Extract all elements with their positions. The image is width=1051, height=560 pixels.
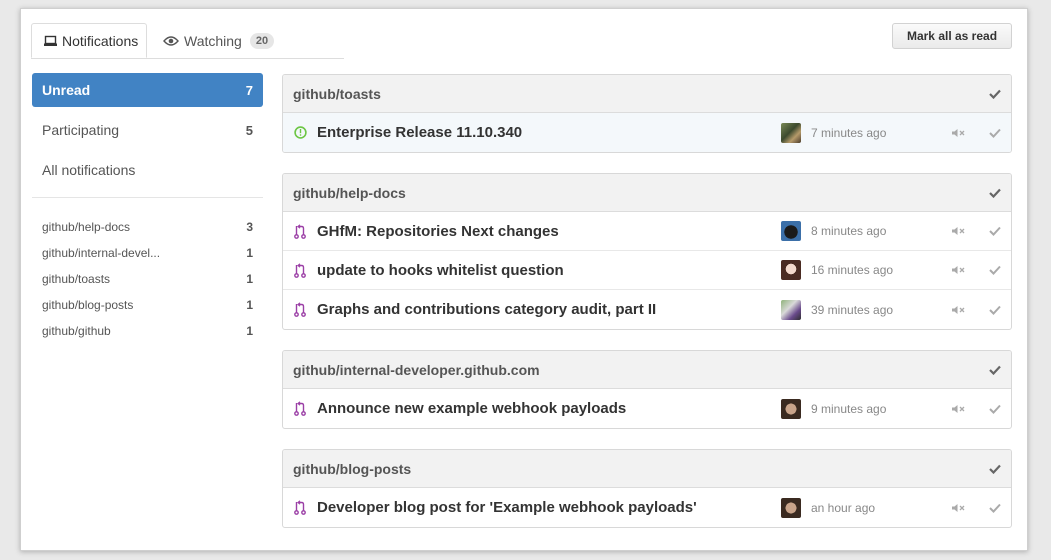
group-repo-link[interactable]: github/blog-posts (293, 461, 411, 477)
tab-watching-label: Watching (184, 32, 242, 49)
pull-request-icon (293, 262, 307, 278)
inbox-icon (44, 35, 57, 47)
notifications-window: Notifications Watching 20 Mark all as re… (20, 8, 1028, 551)
repo-label: github/internal-devel... (42, 246, 161, 260)
notification-row[interactable]: update to hooks whitelist question 16 mi… (283, 251, 1011, 290)
eye-icon (163, 35, 179, 47)
mute-icon[interactable] (951, 265, 965, 275)
sidebar-divider (32, 197, 263, 198)
notification-title[interactable]: update to hooks whitelist question (317, 262, 781, 279)
repo-count: 1 (246, 272, 253, 286)
filter-all-notifications[interactable]: All notifications (32, 153, 263, 187)
notification-row[interactable]: GHfM: Repositories Next changes 8 minute… (283, 212, 1011, 251)
group-repo-link[interactable]: github/internal-developer.github.com (293, 362, 540, 378)
repo-label: github/blog-posts (42, 298, 134, 312)
notification-time: 7 minutes ago (811, 125, 887, 140)
group-header: github/toasts (283, 75, 1011, 113)
issue-opened-icon (293, 125, 307, 141)
group-repo-link[interactable]: github/help-docs (293, 185, 406, 201)
filter-participating[interactable]: Participating 5 (32, 113, 263, 147)
notification-title[interactable]: Announce new example webhook payloads (317, 400, 781, 417)
pull-request-icon (293, 500, 307, 516)
notification-groups: github/toasts Enterprise Release 11.10.3… (282, 74, 1012, 548)
repo-count: 1 (246, 324, 253, 338)
mute-icon[interactable] (951, 404, 965, 414)
sidebar-repo-help-docs[interactable]: github/help-docs 3 (32, 214, 263, 240)
avatar (781, 398, 801, 419)
repo-count: 1 (246, 246, 253, 260)
repo-label: github/help-docs (42, 220, 131, 234)
mark-read-check-icon[interactable] (989, 128, 1001, 138)
notification-time: 39 minutes ago (811, 302, 894, 317)
notification-row[interactable]: Enterprise Release 11.10.340 7 minutes a… (283, 113, 1011, 152)
notification-group: github/toasts Enterprise Release 11.10.3… (282, 74, 1012, 153)
avatar (781, 260, 801, 280)
mark-group-read-check-icon[interactable] (989, 89, 1001, 99)
mark-read-check-icon[interactable] (989, 305, 1001, 315)
pull-request-icon (293, 223, 307, 239)
mark-group-read-check-icon[interactable] (989, 464, 1001, 474)
notification-row[interactable]: Developer blog post for 'Example webhook… (283, 488, 1011, 527)
tab-watching[interactable]: Watching 20 (151, 23, 286, 58)
mute-icon[interactable] (951, 226, 965, 236)
sidebar-repo-internal-developer[interactable]: github/internal-devel... 1 (32, 240, 263, 266)
mark-read-check-icon[interactable] (989, 404, 1001, 414)
pull-request-icon (293, 401, 307, 417)
tab-notifications[interactable]: Notifications (31, 23, 147, 58)
group-header: github/help-docs (283, 174, 1011, 212)
mark-all-as-read-button[interactable]: Mark all as read (892, 23, 1012, 49)
group-header: github/internal-developer.github.com (283, 351, 1011, 389)
avatar (781, 299, 801, 320)
mark-read-check-icon[interactable] (989, 226, 1001, 236)
repo-count: 1 (246, 298, 253, 312)
notification-time: 16 minutes ago (811, 263, 894, 277)
pull-request-icon (293, 302, 307, 318)
mark-group-read-check-icon[interactable] (989, 365, 1001, 375)
notification-title[interactable]: GHfM: Repositories Next changes (317, 223, 781, 240)
filter-label: All notifications (42, 162, 136, 178)
notification-group: github/internal-developer.github.com Ann… (282, 350, 1012, 429)
notification-title[interactable]: Enterprise Release 11.10.340 (317, 124, 781, 141)
notification-title[interactable]: Graphs and contributions category audit,… (317, 301, 781, 318)
mark-read-check-icon[interactable] (989, 503, 1001, 513)
avatar (781, 497, 801, 518)
notification-time: an hour ago (811, 500, 876, 515)
repo-count: 3 (246, 220, 253, 234)
notification-time: 8 minutes ago (811, 224, 887, 238)
notification-row[interactable]: Announce new example webhook payloads 9 … (283, 389, 1011, 428)
repo-label: github/toasts (42, 272, 111, 286)
filter-label: Unread (42, 82, 91, 98)
sidebar-repo-github[interactable]: github/github 1 (32, 318, 263, 344)
mute-icon[interactable] (951, 503, 965, 513)
mark-group-read-check-icon[interactable] (989, 188, 1001, 198)
group-repo-link[interactable]: github/toasts (293, 86, 381, 102)
mark-read-check-icon[interactable] (989, 265, 1001, 275)
tab-notifications-label: Notifications (62, 32, 139, 49)
notification-time: 9 minutes ago (811, 401, 887, 416)
tab-bar: Notifications Watching 20 (31, 23, 344, 59)
mute-icon[interactable] (951, 128, 965, 138)
sidebar-repo-toasts[interactable]: github/toasts 1 (32, 266, 263, 292)
mute-icon[interactable] (951, 305, 965, 315)
group-header: github/blog-posts (283, 450, 1011, 488)
filter-unread[interactable]: Unread 7 (32, 73, 263, 107)
notification-row[interactable]: Graphs and contributions category audit,… (283, 290, 1011, 329)
repo-label: github/github (42, 324, 111, 338)
sidebar-repo-blog-posts[interactable]: github/blog-posts 1 (32, 292, 263, 318)
filter-label: Participating (42, 122, 120, 138)
notification-group: github/help-docs GHfM: Repositories Next… (282, 173, 1012, 330)
sidebar: Unread 7 Participating 5 All notificatio… (32, 73, 263, 344)
avatar (781, 221, 801, 241)
notification-title[interactable]: Developer blog post for 'Example webhook… (317, 499, 781, 516)
filter-count: 7 (245, 82, 253, 98)
avatar (781, 122, 801, 143)
notification-group: github/blog-posts Developer blog post fo… (282, 449, 1012, 528)
filter-count: 5 (245, 122, 253, 138)
watching-count-badge: 20 (249, 32, 275, 49)
